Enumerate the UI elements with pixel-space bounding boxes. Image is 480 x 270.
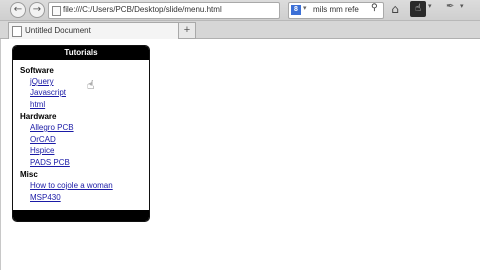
search-box[interactable]: 8 ▾ mils mm refe ⚲ <box>288 2 384 19</box>
tab-label: Untitled Document <box>25 26 91 35</box>
menu-link-allegro-pcb[interactable]: Allegro PCB <box>30 123 74 132</box>
tutorials-menu: Tutorials Software jQuery Javascript htm… <box>12 45 150 222</box>
menu-link-pads-pcb[interactable]: PADS PCB <box>30 158 70 167</box>
category-misc: Misc <box>20 170 38 179</box>
menu-footer <box>13 210 149 221</box>
tools-icon[interactable]: ✒ <box>446 1 454 12</box>
chevron-down-icon[interactable]: ▾ <box>428 2 432 10</box>
menu-link-hspice[interactable]: Hspice <box>30 146 54 155</box>
menu-link-jquery[interactable]: jQuery <box>30 77 54 86</box>
new-tab-button[interactable]: + <box>178 22 196 39</box>
chevron-down-icon[interactable]: ▾ <box>303 4 307 12</box>
menu-link-msp430[interactable]: MSP430 <box>30 193 61 202</box>
browser-toolbar: ← → file:///C:/Users/PCB/Desktop/slide/m… <box>0 0 480 21</box>
tab-strip: Untitled Document + <box>0 21 480 39</box>
forward-button[interactable]: → <box>29 2 45 18</box>
back-button[interactable]: ← <box>10 2 26 18</box>
page-icon <box>52 6 61 16</box>
search-input[interactable]: mils mm refe <box>313 5 359 14</box>
address-text[interactable]: file:///C:/Users/PCB/Desktop/slide/menu.… <box>63 5 222 14</box>
category-hardware: Hardware <box>20 112 57 121</box>
menu-link-cojole[interactable]: How to cojole a woman <box>30 181 113 190</box>
menu-title: Tutorials <box>13 46 149 60</box>
menu-link-html[interactable]: html <box>30 100 45 109</box>
category-software: Software <box>20 66 54 75</box>
hand-cursor-icon: ☝ <box>87 78 95 92</box>
extension-button[interactable]: ☝ <box>410 1 426 17</box>
hand-icon: ☝ <box>414 3 422 14</box>
home-button[interactable]: ⌂ <box>386 0 404 18</box>
search-icon[interactable]: ⚲ <box>371 3 378 13</box>
forward-arrow-icon: → <box>32 4 42 15</box>
tab-untitled-document[interactable]: Untitled Document <box>8 22 180 39</box>
back-arrow-icon: ← <box>13 4 23 15</box>
page-icon <box>12 26 22 37</box>
chevron-down-icon[interactable]: ▾ <box>460 2 464 10</box>
search-engine-icon[interactable]: 8 <box>291 5 301 15</box>
home-icon: ⌂ <box>391 2 399 16</box>
menu-link-orcad[interactable]: OrCAD <box>30 135 56 144</box>
menu-link-javascript[interactable]: Javascript <box>30 88 66 97</box>
address-bar[interactable]: file:///C:/Users/PCB/Desktop/slide/menu.… <box>48 2 319 19</box>
